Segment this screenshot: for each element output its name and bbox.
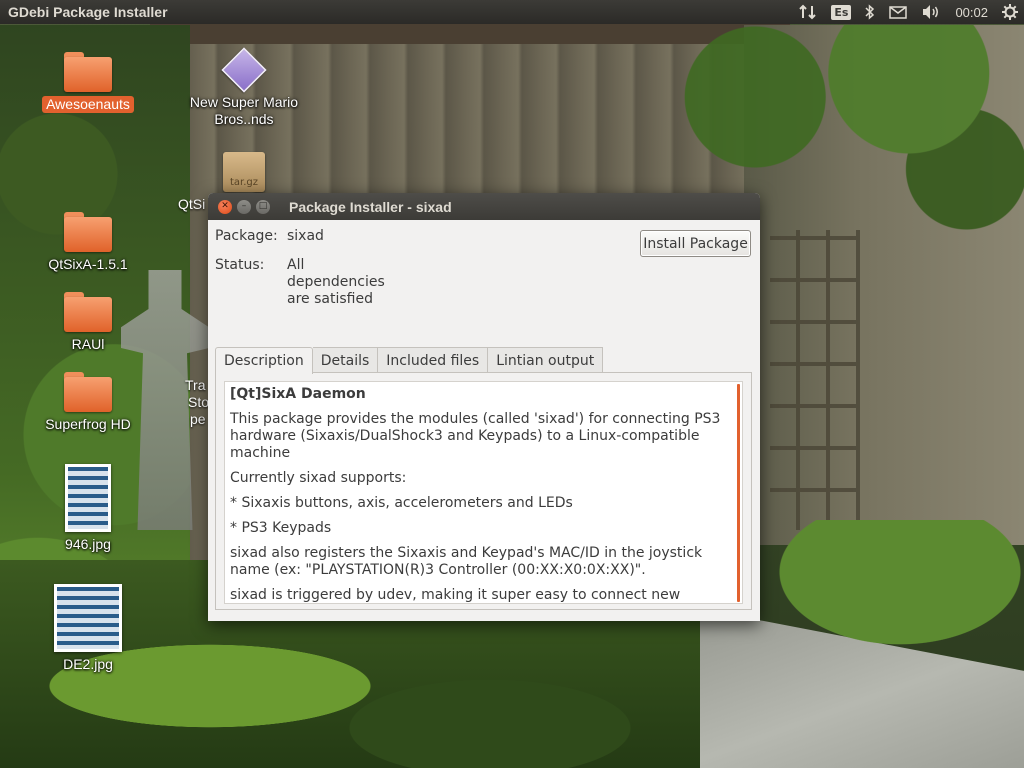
scrollbar[interactable] bbox=[737, 384, 740, 602]
network-updown-icon[interactable] bbox=[799, 4, 817, 20]
desktop-icon-superfrog[interactable]: Superfrog HD bbox=[28, 372, 148, 433]
description-paragraph: * PS3 Keypads bbox=[230, 520, 332, 536]
description-paragraph: * Sixaxis buttons, axis, accelerometers … bbox=[230, 495, 573, 511]
clock[interactable]: 00:02 bbox=[955, 5, 988, 20]
wallpaper-lattice bbox=[770, 230, 860, 530]
tab-included-files[interactable]: Included files bbox=[378, 347, 489, 373]
desktop-icon-raul[interactable]: RAUl bbox=[28, 292, 148, 353]
desktop-icon-de2-jpg[interactable]: DE2.jpg bbox=[28, 584, 148, 673]
folder-icon bbox=[64, 52, 112, 92]
keyboard-layout-label: Es bbox=[831, 4, 852, 20]
minimize-icon[interactable]: – bbox=[237, 199, 251, 214]
package-label: Package: bbox=[215, 228, 278, 244]
mail-icon[interactable] bbox=[889, 5, 908, 19]
nds-file-icon bbox=[221, 47, 267, 93]
archive-icon: tar.gz bbox=[223, 152, 265, 192]
partially-hidden-label: Tra bbox=[185, 377, 206, 393]
image-thumbnail-icon bbox=[54, 584, 122, 652]
partially-hidden-label: QtSi bbox=[178, 196, 206, 212]
desktop-icon-archive[interactable]: tar.gz bbox=[184, 152, 304, 192]
description-paragraph: sixad is triggered by udev, making it su… bbox=[230, 587, 681, 603]
top-panel: GDebi Package Installer Es 00:02 bbox=[0, 0, 1024, 24]
volume-icon[interactable] bbox=[921, 4, 941, 20]
tab-bar: Description Details Included files Linti… bbox=[215, 347, 604, 374]
desktop-icon-qtsixa[interactable]: QtSixA-1.5.1 bbox=[28, 212, 148, 273]
tab-details[interactable]: Details bbox=[312, 347, 379, 373]
desktop-icon-label: 946.jpg bbox=[65, 536, 111, 552]
indicator-area: Es 00:02 bbox=[799, 0, 1018, 24]
description-heading: [Qt]SixA Daemon bbox=[230, 386, 366, 402]
desktop-icon-label: Awesoenauts bbox=[42, 96, 134, 113]
folder-icon bbox=[64, 292, 112, 332]
partially-hidden-label: pe bbox=[190, 411, 206, 427]
package-installer-window: ✕ – □ Package Installer - sixad Package:… bbox=[208, 193, 760, 621]
package-value: sixad bbox=[287, 228, 324, 244]
partially-hidden-label: Sto bbox=[188, 394, 210, 410]
desktop-icon-label: QtSixA-1.5.1 bbox=[48, 256, 128, 272]
folder-icon bbox=[64, 372, 112, 412]
desktop-icon-label: DE2.jpg bbox=[63, 656, 113, 672]
active-app-title: GDebi Package Installer bbox=[8, 4, 168, 20]
tab-description[interactable]: Description bbox=[215, 347, 313, 374]
maximize-icon[interactable]: □ bbox=[256, 199, 270, 214]
description-paragraph: sixad also registers the Sixaxis and Key… bbox=[230, 545, 703, 578]
desktop-icon-946-jpg[interactable]: 946.jpg bbox=[28, 464, 148, 553]
bluetooth-icon[interactable] bbox=[865, 4, 875, 20]
desktop-icon-nds-file[interactable]: New Super Mario Bros..nds bbox=[184, 47, 304, 128]
keyboard-layout-icon[interactable]: Es bbox=[831, 4, 852, 20]
desktop-icon-label: New Super Mario Bros..nds bbox=[189, 94, 299, 127]
session-gear-icon[interactable] bbox=[1002, 4, 1018, 20]
desktop-icon-label: Superfrog HD bbox=[45, 416, 131, 432]
description-text-view[interactable]: [Qt]SixA Daemon This package provides th… bbox=[224, 381, 743, 604]
window-titlebar[interactable]: ✕ – □ Package Installer - sixad bbox=[208, 193, 760, 220]
description-paragraph: This package provides the modules (calle… bbox=[230, 411, 721, 461]
status-label: Status: bbox=[215, 257, 265, 273]
image-thumbnail-icon bbox=[65, 464, 111, 532]
window-title: Package Installer - sixad bbox=[289, 198, 452, 215]
install-package-button[interactable]: Install Package bbox=[640, 230, 751, 257]
tab-panel-description: [Qt]SixA Daemon This package provides th… bbox=[215, 372, 752, 610]
description-paragraph: Currently sixad supports: bbox=[230, 470, 407, 486]
window-body: Package: sixad Status: All dependencies … bbox=[208, 220, 760, 621]
status-value: All dependencies are satisfied bbox=[287, 257, 385, 307]
folder-icon bbox=[64, 212, 112, 252]
desktop-icon-awesoenauts[interactable]: Awesoenauts bbox=[28, 52, 148, 113]
close-icon[interactable]: ✕ bbox=[218, 199, 232, 214]
tab-lintian-output[interactable]: Lintian output bbox=[488, 347, 604, 373]
wallpaper-foliage-right bbox=[770, 520, 1024, 650]
desktop-icon-label: RAUl bbox=[71, 336, 105, 352]
